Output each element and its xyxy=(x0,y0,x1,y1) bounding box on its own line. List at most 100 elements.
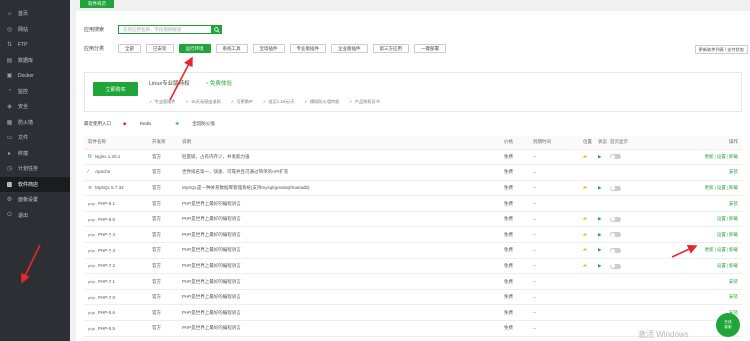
cell-status xyxy=(598,164,610,181)
sidebar-item[interactable]: ⏻ 退出 xyxy=(0,208,70,224)
cell-developer: 官方 xyxy=(152,180,182,197)
sidebar-item[interactable]: ▤ 数据库 xyxy=(0,53,70,69)
cell-homepage xyxy=(610,273,660,290)
sidebar-item[interactable]: ▣ Docker xyxy=(0,68,70,84)
cell-name[interactable]: phpPHP-5.4 xyxy=(84,336,152,341)
homepage-toggle[interactable] xyxy=(610,185,621,191)
action-link[interactable]: 安装 xyxy=(729,201,738,206)
category-tab[interactable]: 全部 xyxy=(118,44,141,53)
category-tab[interactable]: 系统工具 xyxy=(215,44,248,53)
action-link[interactable]: 安装 xyxy=(729,294,738,299)
category-tab[interactable]: 运行环境 xyxy=(178,44,211,53)
action-link[interactable]: 更新 xyxy=(705,247,714,252)
cell-location xyxy=(583,336,598,341)
play-icon[interactable]: ▶ xyxy=(598,154,601,159)
sidebar-item[interactable]: ⌂ 首页 xyxy=(0,6,70,22)
free-trial-link[interactable]: ◔ 免费体验 xyxy=(205,79,232,87)
play-icon[interactable]: ▶ xyxy=(598,247,601,252)
breadcrumb[interactable]: 软件商店 xyxy=(80,0,114,8)
action-link[interactable]: 设置 xyxy=(717,247,726,252)
separator: | xyxy=(726,184,728,190)
online-support-button[interactable]: 在线 客服 xyxy=(716,313,740,337)
sidebar-item[interactable]: ◷ 计划任务 xyxy=(0,161,70,177)
folder-icon[interactable]: ▰ xyxy=(583,216,587,222)
sidebar-item[interactable]: ◔ 监控 xyxy=(0,84,70,100)
cell-name[interactable]: php PHP-7.2 xyxy=(84,258,152,275)
cell-name[interactable]: php PHP-5.6 xyxy=(84,304,152,322)
homepage-toggle[interactable] xyxy=(610,248,621,254)
cell-actions: 设置|卸载 xyxy=(660,226,742,244)
cell-name[interactable]: ≋ MySQL 5.7.34 xyxy=(84,180,152,197)
category-tab[interactable]: 已安装 xyxy=(146,44,174,53)
action-link[interactable]: 卸载 xyxy=(729,216,738,221)
action-link[interactable]: 设置 xyxy=(717,185,726,190)
sidebar-item[interactable]: ◈ 安全 xyxy=(0,99,70,115)
store-icon: ▩ xyxy=(6,181,13,188)
cell-name[interactable]: php PHP-7.1 xyxy=(84,273,152,290)
folder-icon[interactable]: ▰ xyxy=(583,263,587,269)
update-list-button[interactable]: 更新软件列表 / 支付状态 xyxy=(694,45,748,54)
homepage-toggle[interactable] xyxy=(610,263,621,269)
sidebar-item[interactable]: ▭ 文件 xyxy=(0,130,70,146)
homepage-toggle[interactable] xyxy=(610,154,621,160)
cell-expiry: -- xyxy=(533,242,583,259)
folder-icon[interactable]: ▰ xyxy=(583,154,587,160)
cell-name[interactable]: N Nginx 1.20.1 xyxy=(84,149,152,166)
folder-icon[interactable]: ▰ xyxy=(583,185,587,191)
category-tab[interactable]: 第三方应用 xyxy=(372,44,409,53)
sidebar-item-label: FTP xyxy=(18,41,28,48)
feature-label: 产品授权证书 xyxy=(354,99,380,104)
play-icon[interactable]: ▶ xyxy=(598,232,601,237)
category-tab[interactable]: 企业版插件 xyxy=(331,44,368,53)
cell-price: 免费 xyxy=(504,242,533,259)
action-link[interactable]: 卸载 xyxy=(729,232,738,237)
recent-item-firewall[interactable]: ✚ 宝塔防火墙 xyxy=(175,121,227,127)
php-icon: php xyxy=(88,280,95,285)
cell-developer: 官方 xyxy=(152,289,182,306)
category-tab[interactable]: 专业版插件 xyxy=(289,44,326,53)
sidebar-item[interactable]: ▩ 软件商店 xyxy=(0,176,70,192)
sidebar-item[interactable]: ▦ 防火墙 xyxy=(0,115,70,131)
sidebar-item[interactable]: ⚙ 面板设置 xyxy=(0,192,70,208)
action-link[interactable]: 卸载 xyxy=(729,154,738,159)
action-link[interactable]: 更新 xyxy=(705,185,714,190)
cell-name[interactable]: ⁄ Apache xyxy=(84,164,152,181)
cell-name[interactable]: php PHP-7.0 xyxy=(84,289,152,306)
homepage-toggle[interactable] xyxy=(610,216,621,222)
cell-expiry: -- xyxy=(533,336,583,341)
cell-name[interactable]: php PHP-8.0 xyxy=(84,211,152,228)
cell-name[interactable]: php PHP-8.1 xyxy=(84,195,152,212)
action-link[interactable]: 安装 xyxy=(729,279,738,284)
cell-name[interactable]: php PHP-7.3 xyxy=(84,242,152,259)
search-input[interactable]: 支持应用名称、字段模糊搜索 xyxy=(118,25,211,34)
folder-icon[interactable]: ▰ xyxy=(583,232,587,238)
action-link[interactable]: 卸载 xyxy=(729,247,738,252)
action-link[interactable]: 设置 xyxy=(717,216,726,221)
folder-icon[interactable]: ▰ xyxy=(583,247,587,253)
play-icon[interactable]: ▶ xyxy=(598,216,601,221)
sidebar-item[interactable]: ▸ 终端 xyxy=(0,146,70,162)
search-button[interactable] xyxy=(211,25,222,34)
table-row: php PHP-7.2 官方 PHP是世界上最好的编程语言 免费 -- ▰ ▶ 设置|卸载 xyxy=(84,258,742,275)
action-link[interactable]: 设置 xyxy=(717,263,726,268)
action-link[interactable]: 安装 xyxy=(729,169,738,174)
homepage-toggle[interactable] xyxy=(610,232,621,238)
action-link[interactable]: 设置 xyxy=(717,232,726,237)
recent-item-redis[interactable]: ◆ Redis xyxy=(123,121,163,127)
software-name: PHP-7.4 xyxy=(98,232,116,238)
play-icon[interactable]: ▶ xyxy=(598,185,601,190)
pro-banner: 立即购买 Linux专业版特权 ◔ 免费体验 ✓ 专业版插件 ✓ 15天无理由退款 ✓ 可… xyxy=(84,72,742,112)
play-icon[interactable]: ▶ xyxy=(598,263,601,268)
category-tab[interactable]: 宝塔插件 xyxy=(252,44,285,53)
action-link[interactable]: 设置 xyxy=(717,154,726,159)
category-tab[interactable]: 一键部署 xyxy=(414,44,446,53)
action-link[interactable]: 卸载 xyxy=(729,263,738,268)
action-link[interactable]: 更新 xyxy=(705,154,714,159)
cell-name[interactable]: php PHP-7.4 xyxy=(84,226,152,244)
feature-label: 15天无理由退款 xyxy=(190,99,221,104)
sidebar-item[interactable]: ⇅ FTP xyxy=(0,37,70,53)
action-link[interactable]: 卸载 xyxy=(729,185,738,190)
sidebar-item[interactable]: ◎ 网站 xyxy=(0,22,70,38)
buy-now-button[interactable]: 立即购买 xyxy=(93,82,138,96)
cell-name[interactable]: php PHP-5.5 xyxy=(84,320,152,337)
